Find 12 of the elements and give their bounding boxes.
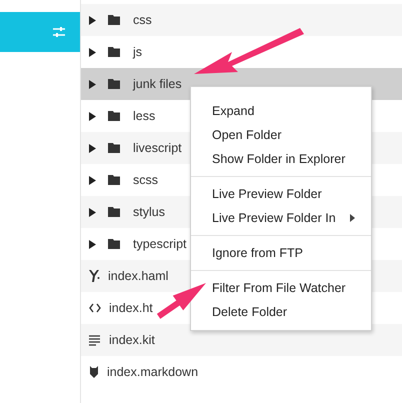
tree-item-label: less xyxy=(133,109,156,123)
tree-item-label: typescript xyxy=(133,237,186,251)
tree-item-label: css xyxy=(133,13,152,27)
tree-item-label: scss xyxy=(133,173,158,187)
tree-item-label: index.ht xyxy=(109,301,153,315)
tree-item-label: js xyxy=(133,45,142,59)
tree-item-label: junk files xyxy=(133,77,182,91)
tree-item-label: index.markdown xyxy=(107,365,198,379)
tree-item-label: index.haml xyxy=(108,269,168,283)
tree-item-label: index.kit xyxy=(109,333,155,347)
tree-item-label: livescript xyxy=(133,141,182,155)
tree-item-label: stylus xyxy=(133,205,165,219)
